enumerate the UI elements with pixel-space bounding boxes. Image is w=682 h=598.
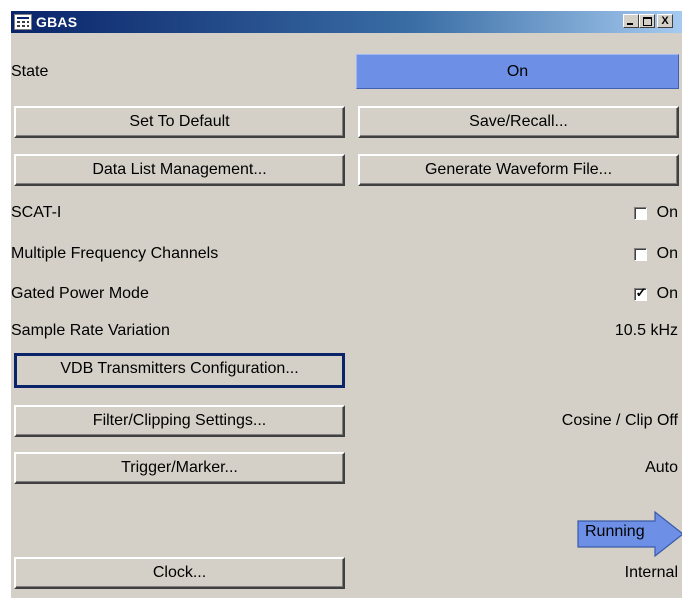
- sample-rate-value[interactable]: 10.5 kHz: [615, 322, 678, 340]
- multi-freq-checkbox[interactable]: On: [633, 245, 678, 263]
- running-indicator[interactable]: Running: [577, 510, 682, 558]
- trigger-marker-value: Auto: [645, 459, 678, 476]
- checkbox-box[interactable]: [633, 206, 647, 220]
- checkbox-box[interactable]: [633, 247, 647, 261]
- gated-power-label: Gated Power Mode: [11, 285, 149, 302]
- gated-power-check-label: On: [656, 285, 678, 302]
- checkbox-box[interactable]: ✓: [633, 284, 647, 301]
- data-list-management-button[interactable]: Data List Management...: [14, 154, 345, 186]
- vdb-transmitters-button[interactable]: VDB Transmitters Configuration...: [14, 353, 345, 388]
- gbas-window: GBAS X State On Set To Default Save/Reca…: [10, 10, 682, 598]
- running-label: Running: [585, 523, 645, 540]
- gated-power-checkbox[interactable]: ✓ On: [633, 284, 678, 303]
- set-to-default-button[interactable]: Set To Default: [14, 106, 345, 138]
- window-title: GBAS: [36, 14, 78, 30]
- maximize-icon[interactable]: [639, 14, 655, 28]
- clock-value: Internal: [624, 564, 678, 581]
- multi-freq-check-label: On: [656, 245, 678, 262]
- check-mark-icon: ✓: [635, 284, 647, 300]
- minimize-icon[interactable]: [623, 14, 639, 28]
- clock-button[interactable]: Clock...: [14, 557, 345, 589]
- scat-i-check-label: On: [656, 204, 678, 221]
- multi-freq-label: Multiple Frequency Channels: [11, 245, 219, 262]
- save-recall-button[interactable]: Save/Recall...: [358, 106, 679, 138]
- sample-rate-label: Sample Rate Variation: [11, 322, 170, 339]
- filter-clipping-value: Cosine / Clip Off: [561, 412, 678, 429]
- state-label: State: [11, 63, 49, 80]
- title-bar[interactable]: GBAS X: [11, 11, 682, 33]
- close-icon[interactable]: X: [657, 14, 673, 28]
- trigger-marker-button[interactable]: Trigger/Marker...: [14, 452, 345, 484]
- filter-clipping-button[interactable]: Filter/Clipping Settings...: [14, 405, 345, 437]
- grid-window-icon[interactable]: [14, 14, 32, 30]
- scat-i-label: SCAT-I: [11, 204, 62, 221]
- state-toggle-button[interactable]: On: [356, 54, 679, 89]
- generate-waveform-button[interactable]: Generate Waveform File...: [358, 154, 679, 186]
- scat-i-checkbox[interactable]: On: [633, 204, 678, 222]
